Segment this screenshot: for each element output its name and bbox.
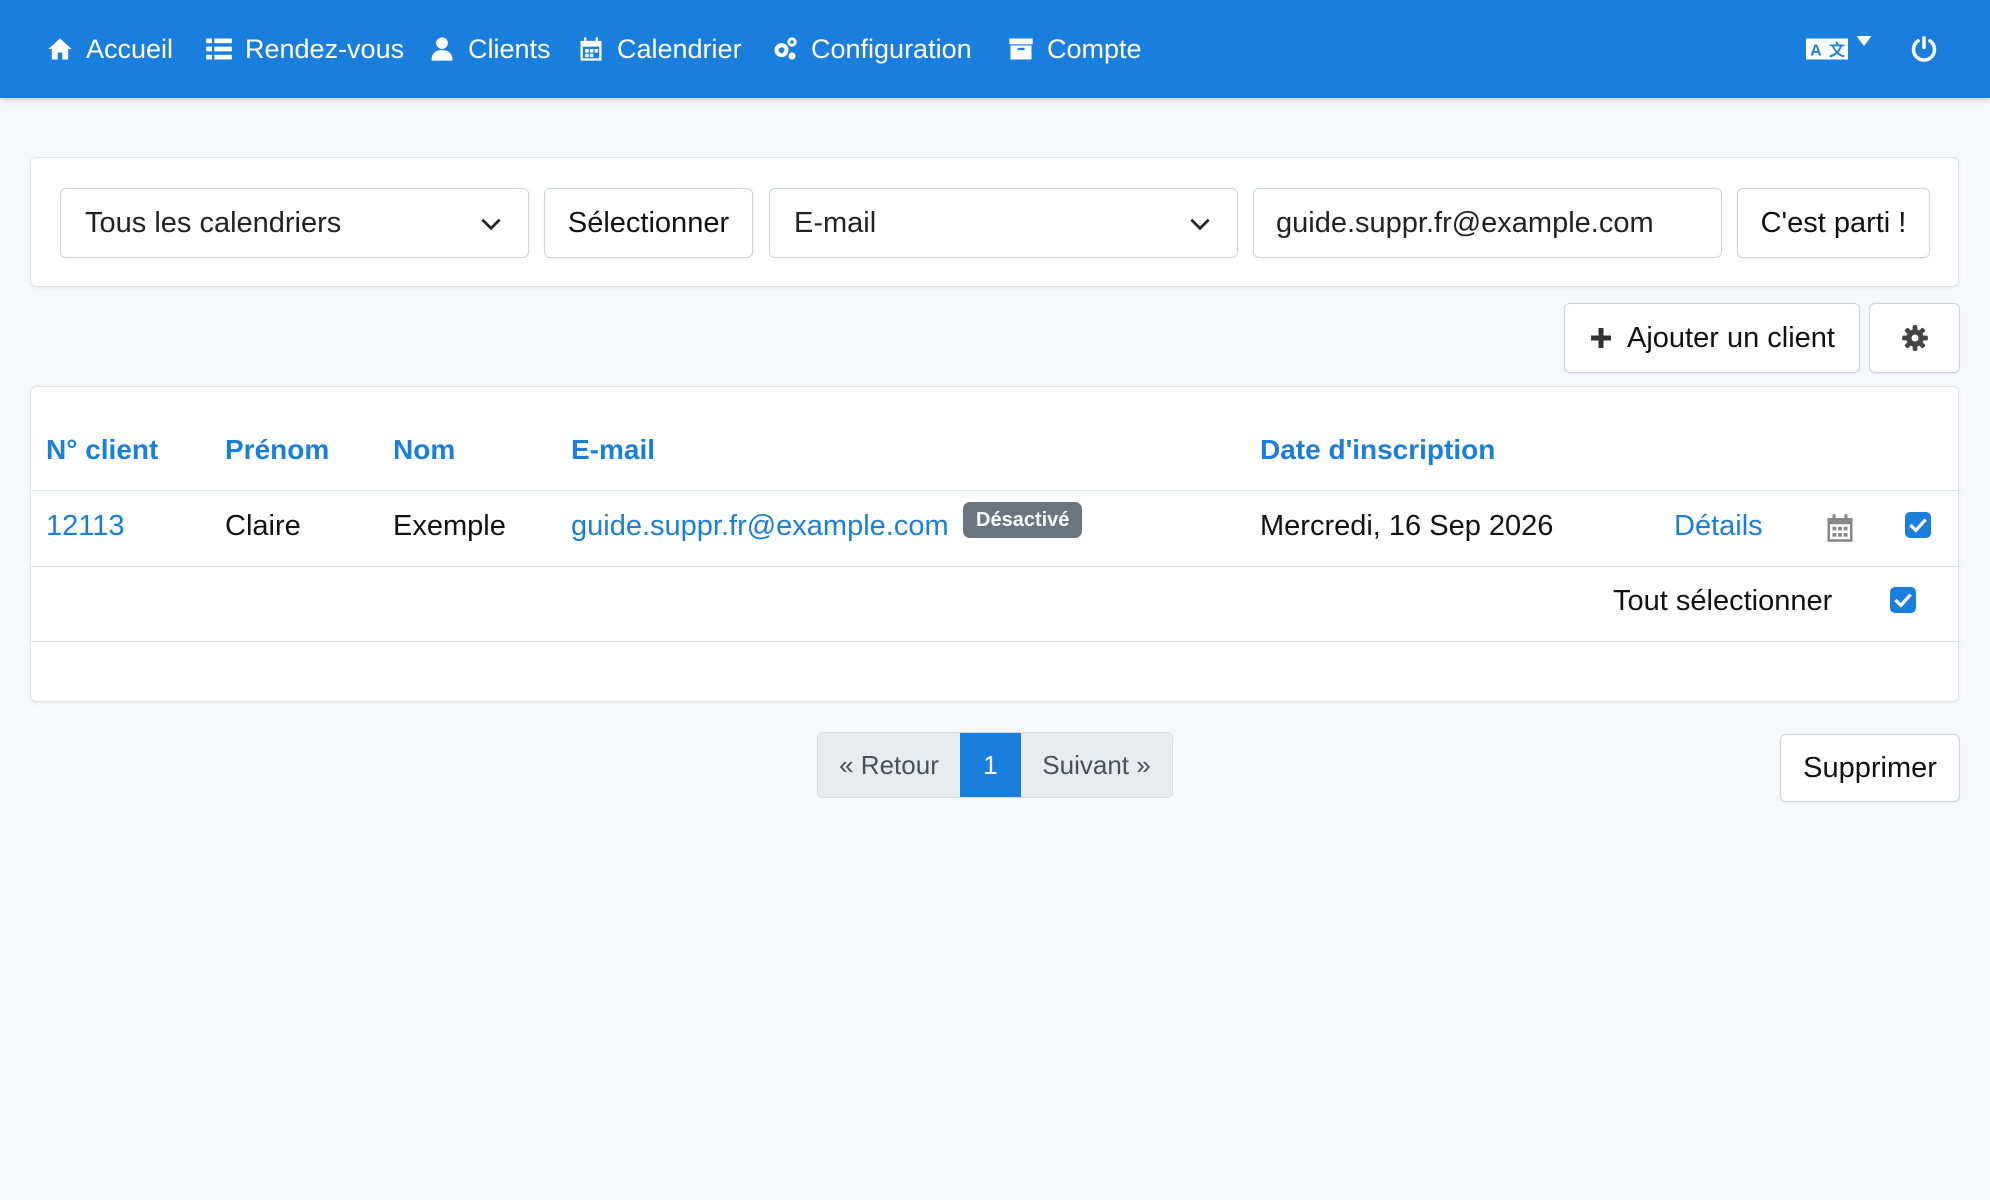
field-select-value: E-mail	[794, 206, 877, 239]
caret-down-icon	[1856, 36, 1872, 46]
pagination-prev[interactable]: « Retour	[818, 733, 960, 797]
chevron-down-icon	[481, 218, 501, 231]
appointments-calendar-icon[interactable]	[1825, 513, 1855, 543]
svg-text:文: 文	[1829, 40, 1845, 59]
language-icon: A 文	[1806, 38, 1848, 60]
status-badge: Désactivé	[963, 502, 1083, 538]
go-button-label: C'est parti !	[1760, 206, 1907, 239]
header-divider	[31, 490, 1961, 491]
nav-label-compte: Compte	[1047, 33, 1142, 64]
calendar-select-value: Tous les calendriers	[85, 206, 342, 239]
header-registration-date[interactable]: Date d'inscription	[1260, 434, 1495, 466]
nav-label-calendrier: Calendrier	[617, 33, 742, 64]
add-client-button[interactable]: Ajouter un client	[1564, 303, 1860, 373]
header-last-name[interactable]: Nom	[393, 434, 455, 466]
nav-item-compte[interactable]: Compte	[1007, 0, 1142, 98]
select-all-checkbox[interactable]	[1890, 587, 1916, 613]
logout-button[interactable]	[1910, 0, 1950, 98]
nav-label-rendez-vous: Rendez-vous	[245, 33, 405, 64]
power-icon	[1911, 36, 1937, 62]
svg-text:A: A	[1810, 42, 1821, 59]
archive-icon	[1009, 38, 1033, 60]
field-select[interactable]: E-mail	[769, 188, 1238, 258]
row-divider	[31, 566, 1961, 567]
list-icon	[206, 38, 232, 60]
header-first-name[interactable]: Prénom	[225, 434, 329, 466]
add-client-label: Ajouter un client	[1627, 321, 1835, 354]
details-link[interactable]: Détails	[1674, 510, 1763, 543]
delete-button-label: Supprimer	[1803, 751, 1937, 784]
select-button-label: Sélectionner	[567, 206, 730, 239]
home-icon	[48, 38, 72, 60]
calendar-select[interactable]: Tous les calendriers	[60, 188, 529, 258]
footer-divider	[31, 641, 1961, 642]
nav-item-clients[interactable]: Clients	[428, 0, 551, 98]
plus-icon	[1591, 328, 1612, 348]
search-input[interactable]: guide.suppr.fr@example.com	[1253, 188, 1722, 258]
pagination-next[interactable]: Suivant »	[1021, 733, 1172, 797]
nav-item-accueil[interactable]: Accueil	[46, 0, 173, 98]
nav-item-calendrier[interactable]: Calendrier	[577, 0, 742, 98]
go-button[interactable]: C'est parti !	[1737, 188, 1930, 258]
user-icon	[431, 37, 453, 61]
client-first-name: Claire	[225, 510, 301, 542]
header-email[interactable]: E-mail	[571, 434, 655, 466]
client-registration-date: Mercredi, 16 Sep 2026	[1260, 510, 1554, 542]
top-navbar: Accueil Rendez-vous Clients Calendrier C…	[0, 0, 1990, 98]
gear-icon	[1901, 325, 1928, 351]
header-client-number[interactable]: N° client	[46, 434, 158, 466]
pagination-page-1[interactable]: 1	[960, 733, 1021, 797]
client-number-link[interactable]: 12113	[46, 510, 125, 543]
nav-label-clients: Clients	[468, 33, 551, 64]
search-input-value: guide.suppr.fr@example.com	[1276, 206, 1654, 239]
client-last-name: Exemple	[393, 510, 506, 542]
client-email-link[interactable]: guide.suppr.fr@example.com	[571, 510, 949, 543]
calendar-icon	[580, 37, 602, 61]
nav-label-configuration: Configuration	[811, 33, 972, 64]
pagination: « Retour 1 Suivant »	[817, 732, 1173, 798]
row-checkbox[interactable]	[1905, 512, 1931, 538]
nav-item-configuration[interactable]: Configuration	[771, 0, 972, 98]
chevron-down-icon	[1190, 218, 1210, 231]
settings-button[interactable]	[1869, 303, 1960, 373]
check-icon	[1909, 518, 1927, 533]
language-dropdown[interactable]: A 文	[1806, 0, 1884, 98]
delete-button[interactable]: Supprimer	[1780, 734, 1960, 802]
check-icon	[1894, 593, 1912, 608]
select-all-label: Tout sélectionner	[1613, 585, 1833, 617]
nav-item-rendez-vous[interactable]: Rendez-vous	[205, 0, 404, 98]
select-button[interactable]: Sélectionner	[544, 188, 753, 258]
cogs-icon	[774, 37, 797, 60]
nav-label-accueil: Accueil	[86, 33, 174, 64]
